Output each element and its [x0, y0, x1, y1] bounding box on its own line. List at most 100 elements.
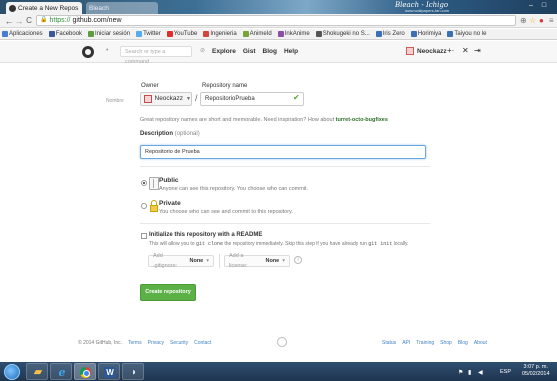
create-repository-button[interactable]: Create repository	[140, 284, 196, 301]
nav-blog[interactable]: Blog	[263, 48, 277, 55]
bookmark-item[interactable]: Iris Zero	[375, 31, 405, 37]
bookmark-item[interactable]: InkAnime	[277, 31, 310, 37]
footer-link-status[interactable]: Status	[382, 340, 396, 346]
extension-icon[interactable]: ●	[539, 16, 544, 26]
taskbar-app[interactable]: ◗	[122, 363, 144, 380]
sign-out-icon[interactable]: ⇥	[474, 46, 481, 55]
description-input[interactable]: Repositorio de Prueba	[140, 145, 426, 159]
tab-title: Bleach	[89, 4, 109, 12]
github-footer-logo-icon[interactable]	[277, 337, 287, 347]
bookmark-favicon-icon	[136, 31, 143, 37]
check-icon: ✔	[293, 93, 300, 102]
back-arrow-icon[interactable]: ←	[4, 15, 14, 27]
bookmark-item[interactable]: Facebook	[48, 31, 82, 37]
repo-name-input[interactable]: RepositorioPrueba	[200, 92, 304, 106]
minimize-icon[interactable]: –	[525, 1, 537, 10]
init-desc-part: the repository immediately. Skip this st…	[224, 241, 367, 247]
bookmark-item[interactable]: Iniciar sesión	[88, 31, 130, 37]
github-logo-icon[interactable]	[82, 46, 94, 58]
init-desc-code: git clone	[195, 241, 223, 247]
fake-label: Nombre	[106, 98, 124, 104]
language-indicator[interactable]: ESP	[500, 369, 511, 375]
this-repository-dot-icon: •	[106, 47, 109, 54]
footer-copyright: © 2014 GitHub, Inc.	[78, 340, 122, 346]
url-input[interactable]: 🔒 https://github.com/new	[36, 15, 516, 26]
tab-bleach[interactable]: Bleach	[86, 2, 158, 14]
system-clock[interactable]: 3:07 p. m. 05/02/2014	[522, 364, 550, 378]
forward-arrow-icon[interactable]: →	[14, 15, 24, 27]
bookmark-label: Shokugeki no S...	[322, 31, 370, 37]
clock-date: 05/02/2014	[522, 371, 550, 377]
nav-gist[interactable]: Gist	[243, 48, 256, 55]
bookmark-item[interactable]: Taiyou no le	[447, 31, 486, 37]
action-center-flag-icon[interactable]: ⚑	[458, 369, 463, 376]
chrome-icon	[80, 367, 91, 378]
footer-link-about[interactable]: About	[474, 340, 487, 346]
name-suggestion-link[interactable]: turret-octo-bugfixes	[336, 117, 388, 123]
tab-title: Create a New Repos	[18, 4, 79, 12]
init-readme-checkbox[interactable]	[141, 233, 147, 239]
bookmark-favicon-icon	[447, 31, 454, 37]
footer-link-shop[interactable]: Shop	[440, 340, 452, 346]
internet-explorer-icon: e	[58, 366, 66, 379]
bookmark-item[interactable]: Aplicaciones	[2, 31, 43, 37]
star-icon[interactable]: ☆	[529, 16, 536, 26]
bookmark-label: YouTube	[173, 31, 198, 37]
lock-icon: 🔒	[40, 17, 48, 23]
init-desc-part: locally.	[393, 241, 409, 247]
license-dropdown[interactable]: Add a license: None ▾	[224, 253, 290, 269]
settings-tools-icon[interactable]: ✕	[462, 46, 469, 55]
footer-link-security[interactable]: Security	[170, 340, 188, 346]
bookmark-item[interactable]: Twitter	[136, 31, 161, 37]
chevron-down-icon: ▾	[282, 258, 285, 264]
zoom-icon[interactable]: ⊕	[520, 16, 527, 26]
taskbar-explorer[interactable]: ▰	[26, 363, 48, 380]
public-radio[interactable]	[141, 180, 147, 186]
taskbar-word[interactable]: W	[98, 363, 120, 380]
maximize-icon[interactable]: □	[538, 1, 550, 10]
menu-icon[interactable]: ≡	[549, 16, 554, 26]
license-label: Add a license:	[229, 253, 248, 269]
footer-link-training[interactable]: Training	[416, 340, 434, 346]
bookmark-label: Ingenieria	[210, 31, 237, 37]
github-favicon-icon	[9, 4, 16, 12]
network-icon[interactable]: ▮	[468, 369, 471, 376]
private-radio[interactable]	[141, 203, 147, 209]
gitignore-dropdown[interactable]: Add .gitignore: None ▾	[148, 253, 214, 269]
bookmark-item[interactable]: YouTube	[166, 31, 198, 37]
footer-link-blog[interactable]: Blog	[458, 340, 468, 346]
taskbar-chrome[interactable]	[74, 363, 96, 380]
footer-link-terms[interactable]: Terms	[128, 340, 142, 346]
license-value: None	[265, 258, 280, 264]
bookmark-item[interactable]: Shokugeki no S...	[315, 31, 370, 37]
owner-value: Neockazz	[154, 95, 184, 102]
bookmark-label: Horimiya	[417, 31, 442, 37]
help-icon[interactable]: ⊘	[200, 47, 205, 54]
bookmark-item[interactable]: Ingenieria	[203, 31, 237, 37]
search-input[interactable]: Search or type a command	[120, 46, 192, 65]
divider	[140, 223, 430, 224]
public-description: Anyone can see this repository. You choo…	[159, 186, 309, 192]
bookmark-favicon-icon	[88, 31, 95, 37]
nav-help[interactable]: Help	[284, 48, 298, 55]
footer-link-privacy[interactable]: Privacy	[148, 340, 164, 346]
owner-select[interactable]: Neockazz ▼	[140, 92, 192, 106]
bookmark-item[interactable]: Horimiya	[410, 31, 442, 37]
bookmark-favicon-icon	[242, 31, 249, 37]
reload-icon[interactable]: C	[24, 15, 34, 27]
footer-left: © 2014 GitHub, Inc. Terms Privacy Securi…	[78, 340, 211, 346]
footer-link-api[interactable]: API	[402, 340, 410, 346]
info-icon[interactable]: i	[294, 256, 302, 264]
private-description: You choose who can see and commit to thi…	[159, 209, 293, 215]
padlock-icon	[149, 200, 159, 213]
taskbar-internet-explorer[interactable]: e	[50, 363, 72, 380]
footer-link-contact[interactable]: Contact	[194, 340, 211, 346]
bookmark-item[interactable]: AnimeId	[242, 31, 272, 37]
nav-explore[interactable]: Explore	[212, 48, 236, 55]
volume-icon[interactable]: ◀	[478, 369, 483, 376]
create-new-icon[interactable]: +·	[447, 46, 454, 55]
tab-create-repo[interactable]: Create a New Repos ✕	[6, 2, 82, 14]
bookmark-label: Aplicaciones	[9, 31, 43, 37]
start-button-icon[interactable]	[4, 364, 20, 380]
user-menu[interactable]: Neockazz	[406, 47, 447, 55]
